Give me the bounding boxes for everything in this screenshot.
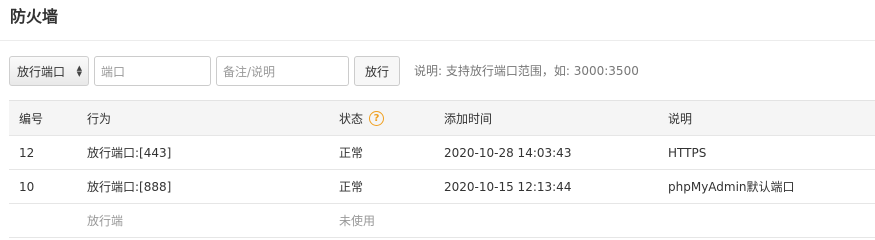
row-status[interactable]: 未使用 xyxy=(339,204,375,237)
header-status-label: 状态 xyxy=(339,111,364,126)
allow-button[interactable]: 放行 xyxy=(354,56,400,86)
note-placeholder: 备注/说明 xyxy=(223,64,276,79)
header-id: 编号 xyxy=(19,111,44,126)
firewall-rules-table: 编号 行为 状态 ? 添加时间 说明 12 放行端口:[443] 正常 2020… xyxy=(9,100,875,238)
port-placeholder: 端口 xyxy=(101,64,126,79)
row-action: 放行端口:[443] xyxy=(87,146,172,160)
row-id: 10 xyxy=(19,179,35,194)
table-row: 放行端 未使用 xyxy=(9,204,875,238)
row-action: 放行端 xyxy=(87,214,124,228)
row-status[interactable]: 正常 xyxy=(339,136,363,169)
header-status: 状态 ? xyxy=(339,101,385,135)
note-input[interactable]: 备注/说明 xyxy=(216,56,349,86)
row-note: HTTPS xyxy=(668,145,707,160)
rule-type-select[interactable]: 放行端口 ▲ ▼ xyxy=(9,56,89,86)
table-row: 10 放行端口:[888] 正常 2020-10-15 12:13:44 php… xyxy=(9,170,875,204)
header-action: 行为 xyxy=(87,111,112,126)
firewall-toolbar: 放行端口 ▲ ▼ 端口 备注/说明 放行 说明: 支持放行端口范围，如: 3000… xyxy=(0,56,875,86)
updown-arrows-icon: ▲ ▼ xyxy=(76,64,82,78)
header-note: 说明 xyxy=(668,111,693,126)
row-id: 12 xyxy=(19,145,35,160)
table-row: 12 放行端口:[443] 正常 2020-10-28 14:03:43 HTT… xyxy=(9,136,875,170)
row-action: 放行端口:[888] xyxy=(87,180,172,194)
table-header: 编号 行为 状态 ? 添加时间 说明 xyxy=(9,100,875,136)
row-note: phpMyAdmin默认端口 xyxy=(668,180,795,194)
rule-type-selected: 放行端口 xyxy=(17,64,66,79)
help-circle-icon[interactable]: ? xyxy=(369,110,385,126)
row-added: 2020-10-15 12:13:44 xyxy=(444,179,572,194)
title-divider xyxy=(0,40,875,41)
row-status[interactable]: 正常 xyxy=(339,170,363,203)
hint-text: 说明: 支持放行端口范围，如: 3000:3500 xyxy=(414,64,639,78)
page-title: 防火墙 xyxy=(10,7,59,26)
header-added: 添加时间 xyxy=(444,111,493,126)
port-input[interactable]: 端口 xyxy=(94,56,211,86)
row-added: 2020-10-28 14:03:43 xyxy=(444,145,572,160)
